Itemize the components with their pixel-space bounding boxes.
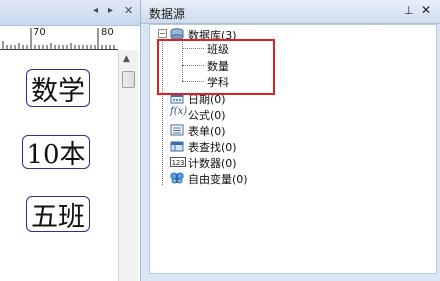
field-quantity[interactable]: 10本 [22, 135, 90, 170]
design-canvas[interactable]: 数学 10本 五班 [0, 50, 118, 281]
highlight-box [157, 39, 275, 95]
field-subject[interactable]: 数学 [26, 69, 90, 107]
tree-node-label: 自由变量(0) [188, 173, 248, 186]
counter-icon: 123 [170, 157, 186, 167]
scrollbar-thumb[interactable] [122, 71, 135, 88]
butterfly-icon [170, 172, 184, 184]
tree-node-label: 表查找(0) [188, 141, 237, 154]
scroll-right-icon[interactable]: ▸ [108, 5, 113, 16]
formula-icon: f(x) [170, 106, 188, 117]
horizontal-ruler: 70 80 [0, 26, 118, 50]
ruler-label-80: 80 [101, 27, 114, 38]
table-lookup-icon [170, 141, 184, 152]
svg-text:123: 123 [172, 159, 185, 167]
field-class[interactable]: 五班 [26, 196, 90, 233]
panel-title: 数据源 [149, 7, 186, 21]
tree-node-label: 表单(0) [188, 125, 226, 138]
vertical-scrollbar[interactable]: ▲ [118, 50, 138, 281]
pin-icon[interactable]: ⊥ [404, 4, 414, 17]
form-icon [170, 124, 184, 136]
close-icon[interactable]: ✕ [124, 4, 133, 17]
close-icon[interactable]: ✕ [421, 3, 431, 17]
scroll-up-icon[interactable]: ▲ [123, 54, 130, 64]
datasource-titlebar: 数据源 ⊥ ✕ [141, 0, 440, 24]
ruler-label-70: 70 [33, 27, 46, 38]
design-panel-titlebar: ◂ ▸ ✕ [0, 0, 140, 26]
tree-node-label: 公式(0) [188, 109, 226, 122]
design-panel: ◂ ▸ ✕ 70 80 数学 10本 五班 ▲ [0, 0, 140, 281]
scroll-left-icon[interactable]: ◂ [93, 5, 98, 16]
collapse-toggle[interactable]: − [158, 29, 167, 38]
tree-node-label: 计数器(0) [188, 157, 237, 170]
